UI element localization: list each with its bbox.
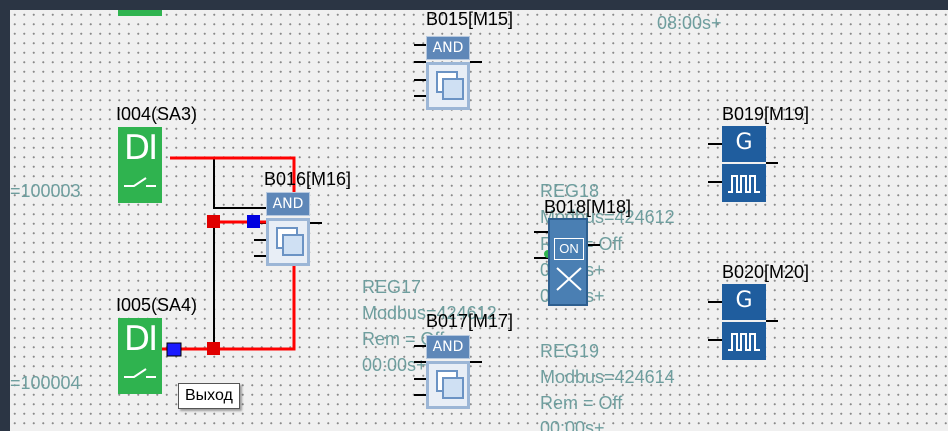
b015-label: B015[M15] (426, 10, 514, 29)
on-label: ON (554, 238, 584, 260)
pulse-icon (722, 164, 766, 202)
and-block-b017[interactable]: AND (426, 335, 470, 411)
di-block-i004[interactable]: DI (118, 127, 162, 203)
b017-label: B017[M17] (426, 311, 514, 331)
and-gate-icon (426, 62, 470, 110)
generator-label: G (722, 126, 766, 162)
b020-label: B020[M20] (722, 262, 810, 282)
b018-label: B018[M18] (544, 197, 632, 217)
and-block-b015[interactable]: AND (426, 36, 470, 112)
and-label: AND (266, 192, 310, 216)
switch-icon (124, 177, 156, 187)
rs-trigger-block-b018[interactable]: ON (548, 218, 588, 306)
generator-block-b020[interactable]: G (722, 284, 766, 362)
reset-cross-icon (556, 267, 582, 291)
di-label: DI (123, 128, 158, 168)
diagram-canvas[interactable]: 08:00s+ REG18 Modbus=424612 Rem = Off 00… (10, 10, 948, 431)
and-label: AND (426, 36, 470, 60)
and-gate-icon (266, 218, 310, 266)
i005-label: I005(SA4) (116, 295, 198, 315)
b019-label: B019[M19] (722, 104, 810, 124)
pulse-icon (722, 322, 766, 360)
generator-block-b019[interactable]: G (722, 126, 766, 204)
and-label: AND (426, 335, 470, 359)
switch-icon (124, 368, 156, 378)
and-block-b016[interactable]: AND (266, 192, 310, 268)
di-block-i005[interactable]: DI (118, 318, 162, 394)
b016-label: B016[M16] (264, 169, 352, 189)
and-gate-icon (426, 361, 470, 409)
tooltip: Выход (178, 383, 240, 409)
window-frame: 08:00s+ REG18 Modbus=424612 Rem = Off 00… (0, 0, 948, 431)
i004-label: I004(SA3) (116, 104, 198, 124)
di-label: DI (123, 319, 158, 359)
generator-label: G (722, 284, 766, 320)
